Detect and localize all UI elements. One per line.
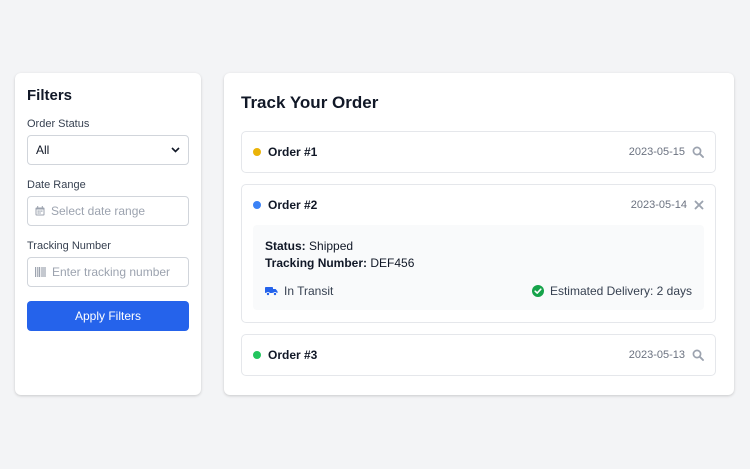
tracking-label: Tracking Number: — [265, 256, 368, 270]
check-circle-icon — [531, 285, 544, 297]
date-range-field[interactable] — [27, 196, 189, 226]
page-title: Track Your Order — [241, 93, 379, 112]
search-icon[interactable] — [692, 146, 704, 158]
delivery-estimate: Estimated Delivery: 2 days — [531, 284, 692, 298]
order-card[interactable]: Order #2 2023-05-14 Status: Shipped Trac… — [241, 184, 716, 323]
order-header[interactable]: Order #3 2023-05-13 — [242, 335, 715, 375]
status-line: Status: Shipped — [265, 239, 692, 253]
apply-filters-button[interactable]: Apply Filters — [27, 301, 189, 331]
status-dot — [253, 351, 261, 359]
order-status-value: All — [36, 143, 50, 157]
order-title: Order #2 — [268, 198, 318, 212]
transit-status: In Transit — [265, 284, 333, 298]
order-date: 2023-05-14 — [630, 199, 687, 211]
truck-icon — [265, 286, 278, 296]
track-order-panel: Track Your Order Order #1 2023-05-15 Ord… — [224, 73, 734, 395]
status-dot — [253, 148, 261, 156]
order-date: 2023-05-15 — [628, 146, 685, 158]
date-range-label: Date Range — [27, 179, 86, 191]
status-dot — [253, 201, 261, 209]
tracking-number-label: Tracking Number — [27, 240, 111, 252]
filters-panel: Filters Order Status All Date Range Trac… — [15, 73, 201, 395]
delivery-text: Estimated Delivery: 2 days — [549, 284, 692, 298]
order-card[interactable]: Order #1 2023-05-15 — [241, 131, 716, 173]
date-range-input[interactable] — [51, 204, 181, 218]
tracking-line: Tracking Number: DEF456 — [265, 256, 692, 270]
order-card[interactable]: Order #3 2023-05-13 — [241, 334, 716, 376]
filters-title: Filters — [27, 87, 73, 104]
order-title: Order #1 — [268, 145, 318, 159]
status-value: Shipped — [309, 239, 354, 253]
order-details-footer: In Transit Estimated Delivery: 2 days — [265, 284, 692, 298]
chevron-down-icon — [171, 147, 180, 153]
order-date: 2023-05-13 — [628, 349, 685, 361]
status-label: Status: — [265, 239, 306, 253]
barcode-icon — [35, 267, 46, 277]
tracking-number-field[interactable] — [27, 257, 189, 287]
tracking-value: DEF456 — [370, 256, 415, 270]
order-header[interactable]: Order #1 2023-05-15 — [242, 132, 715, 172]
order-details: Status: Shipped Tracking Number: DEF456 — [253, 225, 704, 310]
order-status-label: Order Status — [27, 118, 90, 130]
calendar-icon — [35, 206, 45, 216]
transit-text: In Transit — [284, 284, 334, 298]
order-header[interactable]: Order #2 2023-05-14 — [242, 185, 715, 225]
tracking-number-input[interactable] — [52, 265, 182, 279]
search-icon[interactable] — [692, 349, 704, 361]
close-icon[interactable] — [694, 200, 704, 210]
order-status-select[interactable]: All — [27, 135, 189, 165]
order-title: Order #3 — [268, 348, 318, 362]
